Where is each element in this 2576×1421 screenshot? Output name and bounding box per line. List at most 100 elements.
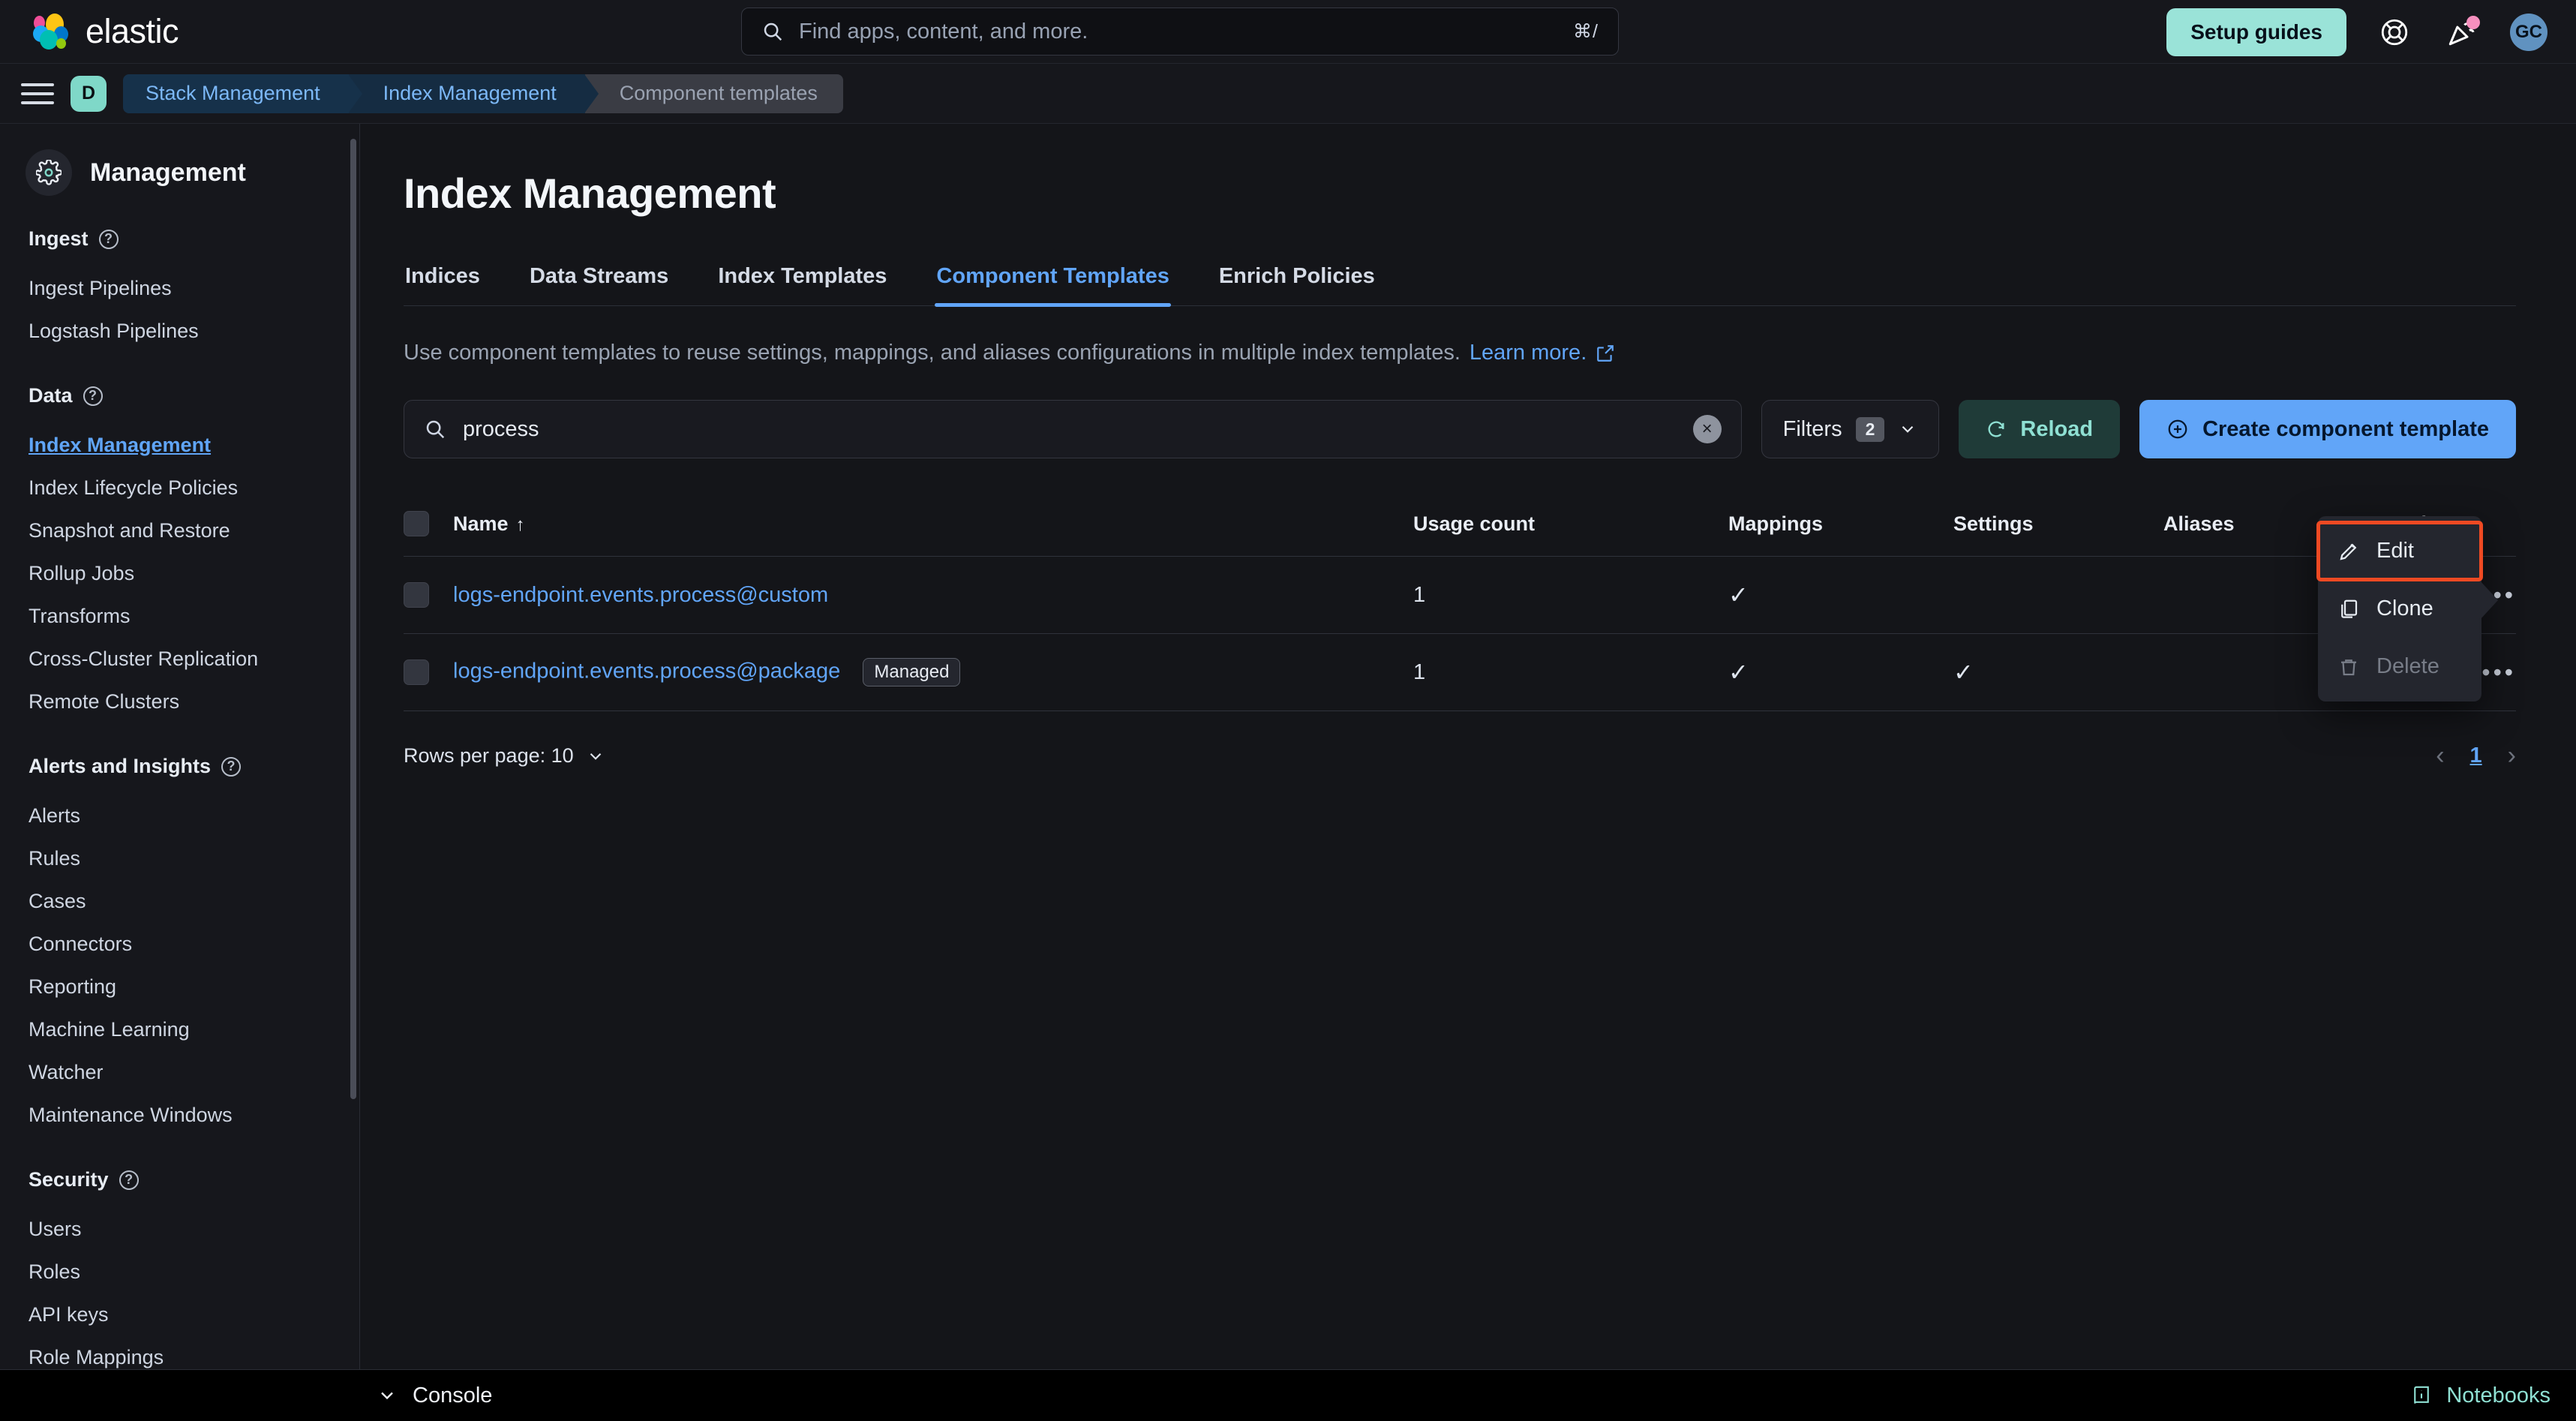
tab-bar: Indices Data Streams Index Templates Com…: [404, 264, 2516, 307]
rows-per-page-selector[interactable]: Rows per page: 10: [404, 744, 605, 768]
component-template-link[interactable]: logs-endpoint.events.process@package: [453, 659, 840, 683]
component-template-link[interactable]: logs-endpoint.events.process@custom: [453, 583, 828, 607]
breadcrumb-item-stack-management[interactable]: Stack Management: [123, 74, 362, 113]
sidebar-group-label: Data: [29, 384, 73, 407]
breadcrumb-item-component-templates: Component templates: [584, 74, 843, 113]
previous-page-icon[interactable]: ‹: [2436, 741, 2444, 771]
sidebar-item-watcher[interactable]: Watcher: [0, 1051, 359, 1094]
sidebar-item-maintenance-windows[interactable]: Maintenance Windows: [0, 1094, 359, 1137]
row-checkbox[interactable]: [404, 659, 429, 685]
tab-enrich-policies[interactable]: Enrich Policies: [1217, 264, 1377, 305]
help-circle-icon[interactable]: ?: [119, 1170, 139, 1190]
external-link-icon: [1596, 344, 1615, 363]
breadcrumb-item-index-management[interactable]: Index Management: [348, 74, 599, 113]
help-circle-icon[interactable]: ?: [221, 756, 242, 777]
sidebar-item-index-management[interactable]: Index Management: [0, 424, 359, 467]
sidebar-group-label: Alerts and Insights: [29, 755, 212, 777]
sidebar-item-ingest-pipelines[interactable]: Ingest Pipelines: [0, 267, 359, 310]
sidebar-item-rules[interactable]: Rules: [0, 837, 359, 880]
space-badge[interactable]: D: [71, 75, 107, 112]
sidebar-item-transforms[interactable]: Transforms: [0, 595, 359, 638]
search-icon: [761, 20, 784, 43]
reload-button[interactable]: Reload: [1959, 400, 2121, 458]
learn-more-link[interactable]: Learn more.: [1470, 341, 1587, 365]
sidebar: Management Ingest ? Ingest Pipelines Log…: [0, 124, 360, 1369]
sort-ascending-icon: ↑: [515, 514, 525, 535]
sidebar-item-cross-cluster-replication[interactable]: Cross-Cluster Replication: [0, 638, 359, 680]
console-toggle[interactable]: Console: [377, 1383, 492, 1408]
sidebar-item-connectors[interactable]: Connectors: [0, 923, 359, 966]
create-component-template-button[interactable]: Create component template: [2139, 400, 2516, 458]
help-circle-icon[interactable]: ?: [83, 386, 103, 406]
context-menu-item-edit[interactable]: Edit: [2316, 521, 2483, 581]
help-lifebuoy-icon[interactable]: [2375, 13, 2414, 52]
context-menu-item-clone[interactable]: Clone: [2318, 580, 2481, 638]
console-label: Console: [413, 1383, 493, 1407]
row-mappings: ✓: [1728, 633, 1953, 711]
next-page-icon[interactable]: ›: [2508, 741, 2516, 771]
sidebar-item-cases[interactable]: Cases: [0, 880, 359, 923]
tab-index-templates[interactable]: Index Templates: [716, 264, 888, 305]
filters-button[interactable]: Filters 2: [1761, 400, 1940, 458]
elastic-logo-icon: [33, 14, 69, 50]
row-actions-menu-icon[interactable]: •••: [2481, 659, 2516, 686]
row-checkbox[interactable]: [404, 582, 429, 608]
select-all-checkbox[interactable]: [404, 511, 429, 536]
column-header-mappings[interactable]: Mappings: [1728, 491, 1953, 557]
sidebar-item-users[interactable]: Users: [0, 1208, 359, 1251]
sidebar-item-rollup-jobs[interactable]: Rollup Jobs: [0, 552, 359, 595]
tab-data-streams[interactable]: Data Streams: [528, 264, 670, 305]
page-navigation: ‹ 1 ›: [2436, 741, 2516, 771]
sidebar-item-snapshot-and-restore[interactable]: Snapshot and Restore: [0, 509, 359, 552]
sidebar-item-machine-learning[interactable]: Machine Learning: [0, 1008, 359, 1051]
row-usage-count: 1: [1413, 556, 1728, 634]
context-menu-label: Edit: [2376, 539, 2414, 563]
chevron-down-icon: [377, 1385, 398, 1406]
header-actions: Setup guides GC: [2166, 0, 2547, 64]
sidebar-item-logstash-pipelines[interactable]: Logstash Pipelines: [0, 310, 359, 353]
party-popper-icon[interactable]: [2442, 13, 2481, 52]
notification-dot: [2466, 15, 2480, 29]
main-content: Index Management Indices Data Streams In…: [360, 124, 2576, 1369]
sidebar-group-security: Security ?: [0, 1168, 359, 1191]
row-settings: [1953, 556, 2163, 634]
sidebar-item-role-mappings[interactable]: Role Mappings: [0, 1336, 359, 1369]
component-templates-table: Name ↑ Usage count Mappings Settings Alia…: [404, 491, 2516, 711]
column-header-usage-count[interactable]: Usage count: [1413, 491, 1728, 557]
sidebar-item-roles[interactable]: Roles: [0, 1251, 359, 1293]
column-header-settings[interactable]: Settings: [1953, 491, 2163, 557]
page-title: Index Management: [404, 170, 776, 217]
sidebar-item-alerts[interactable]: Alerts: [0, 795, 359, 837]
clear-search-icon[interactable]: ×: [1692, 415, 1722, 443]
search-input[interactable]: process ×: [404, 400, 1742, 458]
notebooks-label: Notebooks: [2446, 1383, 2550, 1407]
tab-component-templates[interactable]: Component Templates: [935, 264, 1172, 307]
sidebar-scrollbar[interactable]: [350, 139, 356, 1099]
search-shortcut-hint: ⌘/: [1573, 21, 1599, 42]
sidebar-item-reporting[interactable]: Reporting: [0, 966, 359, 1008]
context-menu-label: Delete: [2376, 654, 2439, 678]
menu-hamburger-icon[interactable]: [21, 77, 54, 110]
table-body: logs-endpoint.events.process@custom 1 ✓ …: [404, 556, 2516, 711]
context-menu-caret: [2480, 581, 2498, 620]
avatar[interactable]: GC: [2510, 13, 2547, 51]
row-actions-context-menu: Edit Clone Delete: [2316, 516, 2498, 701]
row-name-cell: logs-endpoint.events.process@custom: [453, 556, 1413, 634]
sidebar-item-remote-clusters[interactable]: Remote Clusters: [0, 680, 359, 723]
sidebar-item-index-lifecycle-policies[interactable]: Index Lifecycle Policies: [0, 467, 359, 509]
context-menu-label: Clone: [2376, 596, 2433, 620]
check-icon: ✓: [1953, 659, 1974, 686]
search-input-value: process: [463, 416, 539, 441]
brand-name: elastic: [86, 12, 179, 50]
page-number-1[interactable]: 1: [2470, 744, 2482, 768]
global-search-input[interactable]: Find apps, content, and more. ⌘/: [741, 8, 1619, 56]
help-circle-icon[interactable]: ?: [98, 229, 119, 249]
page-description: Use component templates to reuse setting…: [404, 341, 2516, 365]
tab-indices[interactable]: Indices: [404, 264, 482, 305]
setup-guides-button[interactable]: Setup guides: [2166, 8, 2346, 56]
notebooks-button[interactable]: Notebooks: [2410, 1383, 2550, 1408]
reload-label: Reload: [2020, 416, 2094, 441]
sidebar-item-api-keys[interactable]: API keys: [0, 1293, 359, 1336]
column-header-name[interactable]: Name ↑: [453, 491, 1413, 557]
elastic-brand[interactable]: elastic: [33, 12, 179, 51]
